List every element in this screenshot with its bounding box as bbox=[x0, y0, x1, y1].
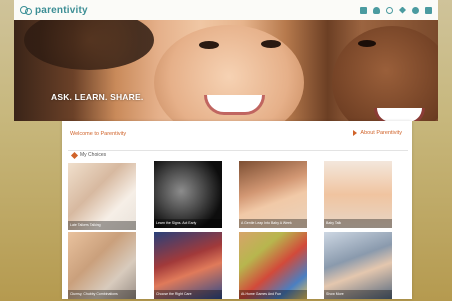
home-icon[interactable] bbox=[360, 6, 367, 14]
search-icon[interactable] bbox=[386, 6, 393, 14]
tile-caption: A Gentle Leap Into Baby A Week bbox=[241, 221, 292, 225]
tile-caption: Late Talkers Talking bbox=[70, 223, 101, 227]
star-icon[interactable] bbox=[399, 6, 406, 14]
brand-name: parentivity bbox=[35, 4, 88, 16]
welcome-title: Welcome to Parentivity bbox=[70, 131, 127, 137]
tile-caption: Choose the Right Care bbox=[156, 292, 192, 296]
user-icon[interactable] bbox=[373, 6, 380, 14]
my-choices-label: My Choices bbox=[80, 152, 107, 158]
content-tile[interactable]: Late Talkers Talking bbox=[68, 163, 136, 230]
content-tile[interactable]: Learn the Signs. Act Early bbox=[154, 161, 222, 228]
brand-logo[interactable]: parentivity bbox=[20, 5, 88, 16]
hero-tagline: ASK. LEARN. SHARE. bbox=[51, 92, 144, 102]
hero-adult-face bbox=[332, 26, 438, 121]
heart-icon bbox=[70, 151, 79, 159]
about-link-label: About Parentivity bbox=[360, 130, 402, 136]
content-tile[interactable]: Show More bbox=[324, 232, 392, 299]
hero-banner bbox=[14, 20, 438, 121]
content-tile[interactable]: Clumsy, Chubby Combinations bbox=[68, 232, 136, 299]
content-panel: Welcome to Parentivity About Parentivity… bbox=[62, 121, 412, 299]
help-icon[interactable] bbox=[412, 6, 419, 14]
hero-adult-eye bbox=[358, 40, 376, 47]
hero-adult-smile bbox=[374, 108, 425, 121]
tile-caption: Clumsy, Chubby Combinations bbox=[70, 292, 118, 296]
parentivity-logo-icon bbox=[20, 5, 32, 15]
content-tile[interactable]: A Gentle Leap Into Baby A Week bbox=[239, 161, 307, 228]
tile-caption: Baby Talk bbox=[326, 221, 342, 225]
hero-hair-shape bbox=[24, 20, 154, 70]
tile-caption: At-Home Games And Fun bbox=[241, 292, 282, 296]
hero-child-left-eye bbox=[199, 41, 219, 49]
content-tile[interactable]: At-Home Games And Fun bbox=[239, 232, 307, 299]
hero-child-right-eye bbox=[261, 40, 281, 48]
tile-caption: Show More bbox=[326, 292, 344, 296]
about-link[interactable]: About Parentivity bbox=[353, 130, 402, 136]
content-tile[interactable]: Baby Talk bbox=[324, 161, 392, 228]
top-navigation-bar: parentivity bbox=[14, 0, 438, 20]
header-icon-group bbox=[360, 6, 432, 14]
content-tile[interactable]: Choose the Right Care bbox=[154, 232, 222, 299]
play-arrow-icon bbox=[353, 130, 358, 136]
my-choices-bar[interactable]: My Choices bbox=[68, 150, 408, 159]
tile-caption: Learn the Signs. Act Early bbox=[156, 221, 197, 225]
settings-icon[interactable] bbox=[425, 6, 432, 14]
